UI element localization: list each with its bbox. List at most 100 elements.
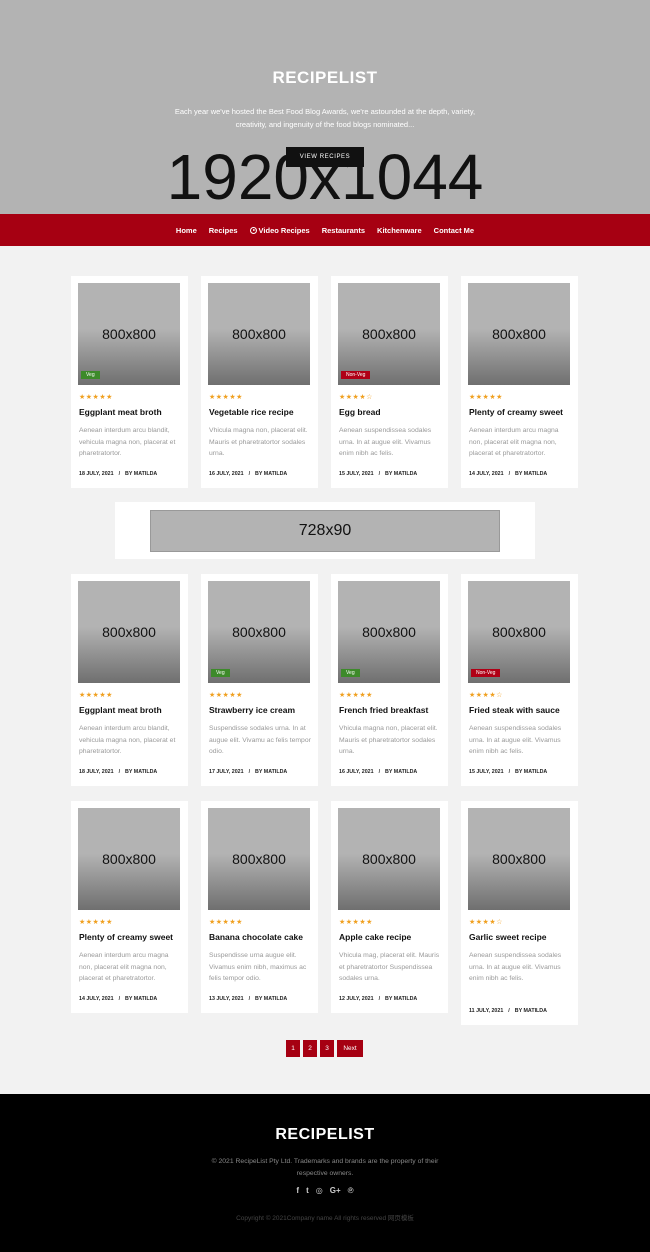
nav-item-restaurants[interactable]: Restaurants [322,226,365,235]
recipe-title[interactable]: Plenty of creamy sweet [469,407,575,417]
recipe-title[interactable]: Eggplant meat broth [79,705,185,715]
recipe-card[interactable]: 800x800 ★★★★★ Plenty of creamy sweet Aenean… [461,276,578,488]
recipe-date: 18 JULY, 2021 [79,769,114,775]
recipe-card[interactable]: 800x800 Veg ★★★★★ Strawberry ice cream Suspe… [201,574,318,786]
recipe-title[interactable]: Egg bread [339,407,445,417]
recipe-image[interactable]: 800x800 [468,581,570,683]
nav-item-home[interactable]: Home [176,226,197,235]
recipe-date: 16 JULY, 2021 [209,471,244,477]
recipe-image[interactable]: 800x800 [208,283,310,385]
recipe-card[interactable]: 800x800 Veg ★★★★★ French fried breakfast Vhi… [331,574,448,786]
rating-stars: ★★★★★ [469,394,503,401]
recipe-meta: 18 JULY, 2021 / BY MATILDA [79,471,157,477]
meta-separator: / [118,996,121,1002]
meta-separator: / [248,471,251,477]
recipe-meta: 15 JULY, 2021 / BY MATILDA [469,769,547,775]
facebook-icon[interactable]: f [296,1186,299,1195]
footer: RECIPELIST © 2021 RecipeList Pty Ltd. Tr… [0,1094,650,1252]
rating-stars: ★★★★☆ [469,919,503,926]
recipe-author[interactable]: BY MATILDA [515,471,547,477]
recipe-card[interactable]: 800x800 Non-Veg ★★★★☆ Egg bread Aenean suspe… [331,276,448,488]
recipe-image[interactable]: 800x800 [468,283,570,385]
recipe-card[interactable]: 800x800 Non-Veg ★★★★☆ Fried steak with sauc… [461,574,578,786]
recipe-card[interactable]: 800x800 ★★★★☆ Garlic sweet recipe Aenean su… [461,801,578,1025]
pinterest-icon[interactable]: ℗ [348,1186,354,1195]
recipe-image[interactable]: 800x800 [208,808,310,910]
recipe-description: Vhicula magna non, placerat elit. Mauris… [209,427,308,457]
recipe-date: 13 JULY, 2021 [209,996,244,1002]
recipe-title[interactable]: Banana chocolate cake [209,932,315,942]
recipe-description: Aenean suspendissea sodales urna. In at … [339,427,432,457]
recipe-author[interactable]: BY MATILDA [255,769,287,775]
recipe-description: Aenean suspendissea sodales urna. In at … [469,952,562,982]
recipe-description: Aenean suspendissea sodales urna. In at … [469,725,562,755]
recipe-title[interactable]: Eggplant meat broth [79,407,185,417]
recipe-image[interactable]: 800x800 [338,808,440,910]
recipe-title[interactable]: Vegetable rice recipe [209,407,315,417]
recipe-image[interactable]: 800x800 [78,581,180,683]
view-recipes-button[interactable]: VIEW RECIPES [286,147,364,167]
page-2-button[interactable]: 2 [303,1040,317,1057]
recipe-image[interactable]: 800x800 [78,283,180,385]
nav-item-contact-me[interactable]: Contact Me [434,226,474,235]
meta-separator: / [248,996,251,1002]
veg-badge: Veg [341,669,360,677]
recipe-title[interactable]: Plenty of creamy sweet [79,932,185,942]
recipe-card[interactable]: 800x800 ★★★★★ Plenty of creamy sweet Aenean… [71,801,188,1013]
rating-stars: ★★★★★ [79,692,113,699]
veg-badge: Veg [81,371,100,379]
recipe-image[interactable]: 800x800 [78,808,180,910]
recipe-date: 17 JULY, 2021 [209,769,244,775]
instagram-icon[interactable]: ◎ [316,1186,323,1195]
recipe-title[interactable]: French fried breakfast [339,705,445,715]
recipe-meta: 16 JULY, 2021 / BY MATILDA [339,769,417,775]
rating-stars: ★★★★★ [339,919,373,926]
recipe-author[interactable]: BY MATILDA [125,471,157,477]
play-circle-icon [249,226,257,234]
recipe-author[interactable]: BY MATILDA [515,769,547,775]
recipe-author[interactable]: BY MATILDA [515,1008,547,1014]
recipe-title[interactable]: Apple cake recipe [339,932,445,942]
nav-item-kitchenware[interactable]: Kitchenware [377,226,422,235]
twitter-icon[interactable]: t [306,1186,309,1195]
nav-item-label: Video Recipes [258,225,310,235]
footer-title: RECIPELIST [275,1126,375,1143]
recipe-image[interactable]: 800x800 [468,808,570,910]
ad-placeholder: 728x90 [150,510,500,552]
recipe-image[interactable]: 800x800 [208,581,310,683]
google-plus-icon[interactable]: G+ [330,1186,341,1195]
recipe-title[interactable]: Fried steak with sauce [469,705,575,715]
non-veg-badge: Non-Veg [341,371,371,379]
recipe-author[interactable]: BY MATILDA [125,996,157,1002]
meta-separator: / [508,1008,510,1014]
recipe-card[interactable]: 800x800 ★★★★★ Eggplant meat broth Aenean in… [71,574,188,786]
recipe-author[interactable]: BY MATILDA [385,996,417,1002]
recipe-author[interactable]: BY MATILDA [255,996,287,1002]
recipe-card[interactable]: 800x800 ★★★★★ Apple cake recipe Vhicula mag… [331,801,448,1013]
page-1-button[interactable]: 1 [286,1040,300,1057]
recipe-author[interactable]: BY MATILDA [255,471,287,477]
hero-subtitle: Each year we've hosted the Best Food Blo… [174,107,476,129]
recipe-card[interactable]: 800x800 Veg ★★★★★ Eggplant meat broth Aenean… [71,276,188,488]
site-title: RECIPELIST [272,68,378,87]
recipe-author[interactable]: BY MATILDA [385,471,417,477]
recipe-author[interactable]: BY MATILDA [125,769,157,775]
ad-banner[interactable]: 728x90 [115,502,535,559]
recipe-image[interactable]: 800x800 [338,581,440,683]
meta-separator: / [378,471,381,477]
nav-item-recipes[interactable]: Recipes [209,226,238,235]
meta-separator: / [378,769,381,775]
nav-item-label: Kitchenware [377,225,422,235]
recipe-title[interactable]: Strawberry ice cream [209,705,315,715]
recipe-meta: 15 JULY, 2021 / BY MATILDA [339,471,417,477]
page-3-button[interactable]: 3 [320,1040,334,1057]
non-veg-badge: Non-Veg [471,669,501,677]
recipe-card[interactable]: 800x800 ★★★★★ Vegetable rice recipe Vhicula… [201,276,318,488]
recipe-title[interactable]: Garlic sweet recipe [469,932,575,942]
next-page-button[interactable]: Next [337,1040,363,1057]
recipe-image[interactable]: 800x800 [338,283,440,385]
recipe-author[interactable]: BY MATILDA [385,769,417,775]
recipe-card[interactable]: 800x800 ★★★★★ Banana chocolate cake Suspend… [201,801,318,1013]
nav-item-video-recipes[interactable]: Video Recipes [249,225,310,235]
meta-separator: / [378,996,381,1002]
